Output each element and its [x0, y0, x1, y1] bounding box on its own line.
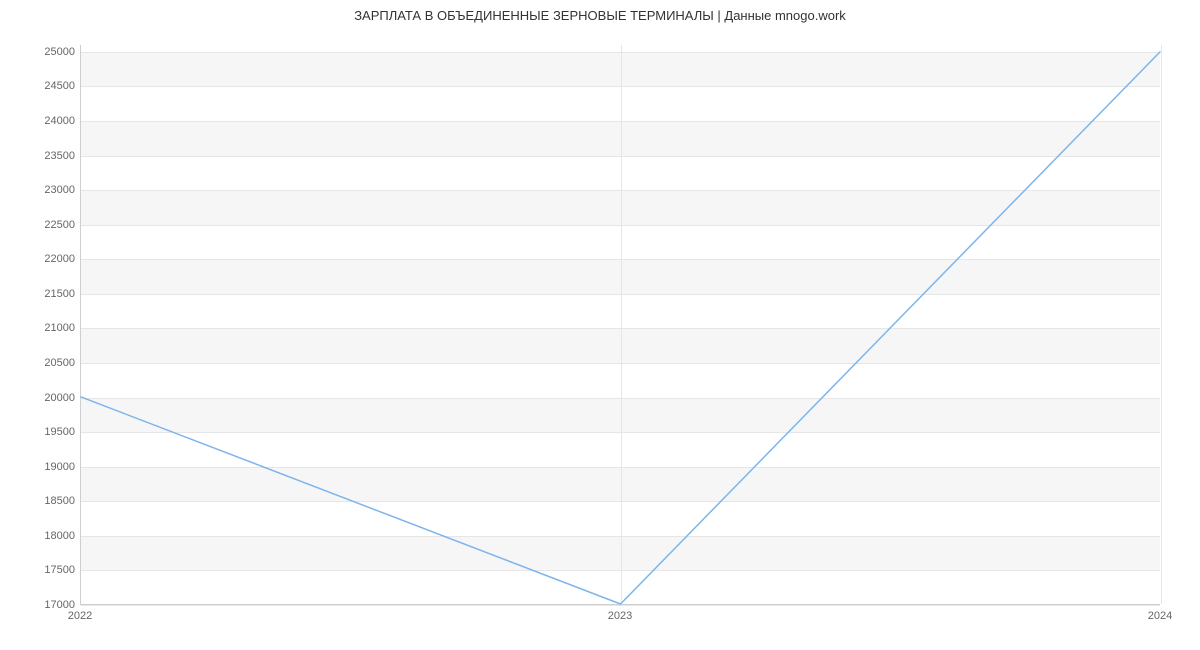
v-gridline: [1161, 45, 1162, 604]
y-tick-label: 22000: [44, 253, 75, 265]
y-tick-label: 23000: [44, 184, 75, 196]
chart-container: ЗАРПЛАТА В ОБЪЕДИНЕННЫЕ ЗЕРНОВЫЕ ТЕРМИНА…: [0, 0, 1200, 650]
chart-title: ЗАРПЛАТА В ОБЪЕДИНЕННЫЕ ЗЕРНОВЫЕ ТЕРМИНА…: [0, 8, 1200, 23]
y-tick-label: 22500: [44, 219, 75, 231]
y-tick-label: 18000: [44, 530, 75, 542]
y-tick-label: 17500: [44, 564, 75, 576]
y-tick-label: 20500: [44, 357, 75, 369]
y-tick-label: 24500: [44, 80, 75, 92]
h-gridline: [81, 605, 1160, 606]
x-tick-label: 2022: [68, 610, 92, 622]
x-tick-label: 2024: [1148, 610, 1172, 622]
y-tick-label: 18500: [44, 495, 75, 507]
y-tick-label: 19000: [44, 461, 75, 473]
y-tick-label: 23500: [44, 150, 75, 162]
y-tick-label: 19500: [44, 426, 75, 438]
y-tick-label: 25000: [44, 46, 75, 58]
y-tick-label: 20000: [44, 392, 75, 404]
y-tick-label: 21500: [44, 288, 75, 300]
x-tick-label: 2023: [608, 610, 632, 622]
y-tick-label: 21000: [44, 322, 75, 334]
y-tick-label: 24000: [44, 115, 75, 127]
plot-area: [80, 45, 1160, 605]
line-series: [81, 45, 1160, 604]
